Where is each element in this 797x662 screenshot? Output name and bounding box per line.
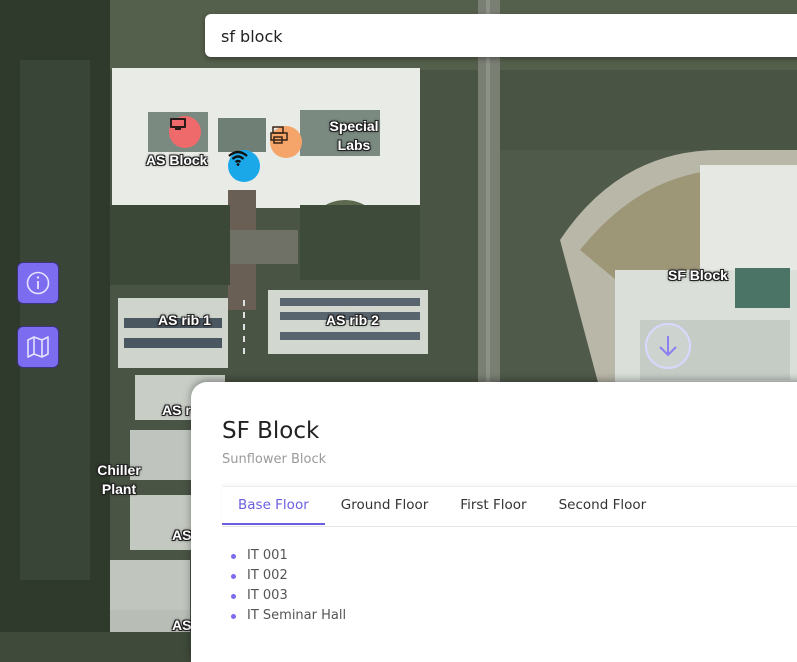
collapse-panel-button[interactable]	[645, 323, 691, 369]
info-icon	[26, 271, 50, 295]
wifi-marker[interactable]	[228, 150, 260, 182]
printer-marker[interactable]	[270, 126, 302, 158]
building-info-panel: SF Block Sunflower Block Base Floor Grou…	[191, 382, 797, 662]
room-list-item[interactable]: IT 003	[231, 586, 346, 606]
tab-second-floor[interactable]: Second Floor	[543, 487, 663, 525]
bullet	[231, 574, 236, 579]
map-label-sf-block[interactable]: SF Block	[668, 266, 728, 285]
computer-lab-marker[interactable]	[169, 116, 201, 148]
room-label: IT 002	[247, 568, 288, 583]
map-label-as-rib-1[interactable]: AS rib 1	[158, 311, 211, 330]
computer-icon	[170, 118, 186, 130]
room-list-item[interactable]: IT 002	[231, 566, 346, 586]
room-label: IT Seminar Hall	[247, 608, 347, 623]
room-list-item[interactable]: IT Seminar Hall	[231, 606, 346, 626]
map-label-as-r[interactable]: AS r	[162, 401, 191, 420]
map-label-as-rib-2[interactable]: AS rib 2	[326, 311, 379, 330]
map-label-chiller-plant[interactable]: Chiller Plant	[96, 461, 142, 499]
map-label-as-3[interactable]: AS	[172, 526, 191, 545]
tab-first-floor[interactable]: First Floor	[444, 487, 542, 525]
tab-base-floor[interactable]: Base Floor	[222, 487, 325, 525]
room-list: IT 001 IT 002 IT 003 IT Seminar Hall	[231, 546, 346, 626]
search-bar	[205, 14, 797, 57]
map-button[interactable]	[17, 326, 59, 368]
room-label: IT 003	[247, 588, 288, 603]
search-input[interactable]	[221, 25, 781, 47]
bullet	[231, 554, 236, 559]
building-title: SF Block	[222, 418, 320, 444]
map-label-special-labs[interactable]: Special Labs	[327, 117, 381, 155]
wifi-icon	[228, 150, 248, 166]
printer-icon	[270, 126, 288, 144]
map-label-as-block[interactable]: AS Block	[146, 151, 207, 170]
building-subtitle: Sunflower Block	[222, 452, 327, 467]
tab-ground-floor[interactable]: Ground Floor	[325, 487, 445, 525]
arrow-down-icon	[659, 336, 677, 357]
bullet	[231, 594, 236, 599]
room-label: IT 001	[247, 548, 288, 563]
bullet	[231, 614, 236, 619]
room-list-item[interactable]: IT 001	[231, 546, 346, 566]
map-icon	[27, 336, 49, 358]
info-button[interactable]	[17, 262, 59, 304]
map-label-as-4[interactable]: AS	[172, 616, 191, 632]
floor-tabs: Base Floor Ground Floor First Floor Seco…	[222, 486, 797, 527]
